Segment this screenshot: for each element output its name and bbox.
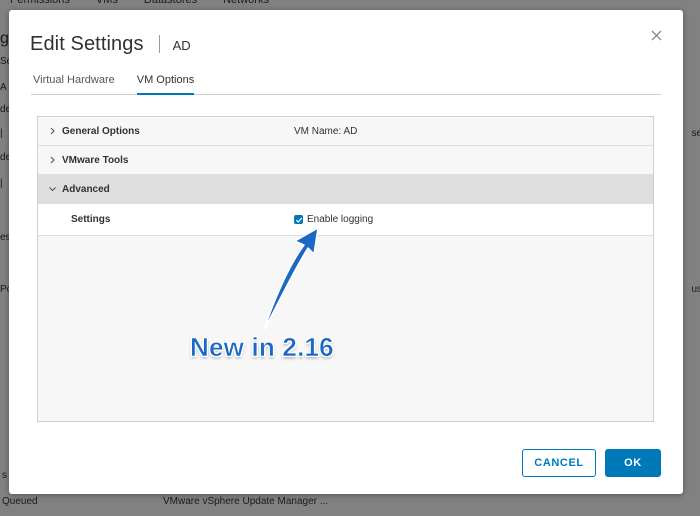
chevron-right-icon <box>50 156 55 164</box>
close-icon[interactable] <box>649 28 663 42</box>
section-vmware-tools[interactable]: VMware Tools <box>38 146 653 175</box>
tab-vm-options[interactable]: VM Options <box>136 70 195 95</box>
section-label: Advanced <box>62 183 110 195</box>
section-label: General Options <box>62 125 140 137</box>
section-general-options[interactable]: General Options VM Name: AD <box>38 117 653 146</box>
chevron-right-icon <box>50 127 55 135</box>
chevron-down-icon <box>49 187 56 192</box>
section-value: VM Name: AD <box>294 125 358 137</box>
ok-button[interactable]: OK <box>605 449 661 477</box>
cancel-button[interactable]: CANCEL <box>522 449 596 477</box>
dialog-vm-name: AD <box>172 37 191 53</box>
section-label: VMware Tools <box>62 154 129 166</box>
close-icon-glyph <box>651 30 661 41</box>
dialog-title: Edit Settings <box>30 32 144 55</box>
edit-settings-dialog: Edit Settings AD Virtual Hardware VM Opt… <box>9 10 683 494</box>
vm-options-panel: General Options VM Name: AD VMware Tools… <box>37 116 654 422</box>
title-separator <box>158 35 160 53</box>
tab-virtual-hardware[interactable]: Virtual Hardware <box>33 70 115 95</box>
annotation-text: New in 2.16 <box>190 332 334 363</box>
section-advanced[interactable]: Advanced <box>38 175 653 204</box>
dialog-tabs: Virtual Hardware VM Options <box>31 70 661 95</box>
settings-label: Settings <box>71 214 111 225</box>
dialog-header: Edit Settings AD <box>30 30 663 58</box>
advanced-settings-row: Settings Enable logging <box>38 204 653 236</box>
annotation-arrow-icon <box>263 227 319 331</box>
